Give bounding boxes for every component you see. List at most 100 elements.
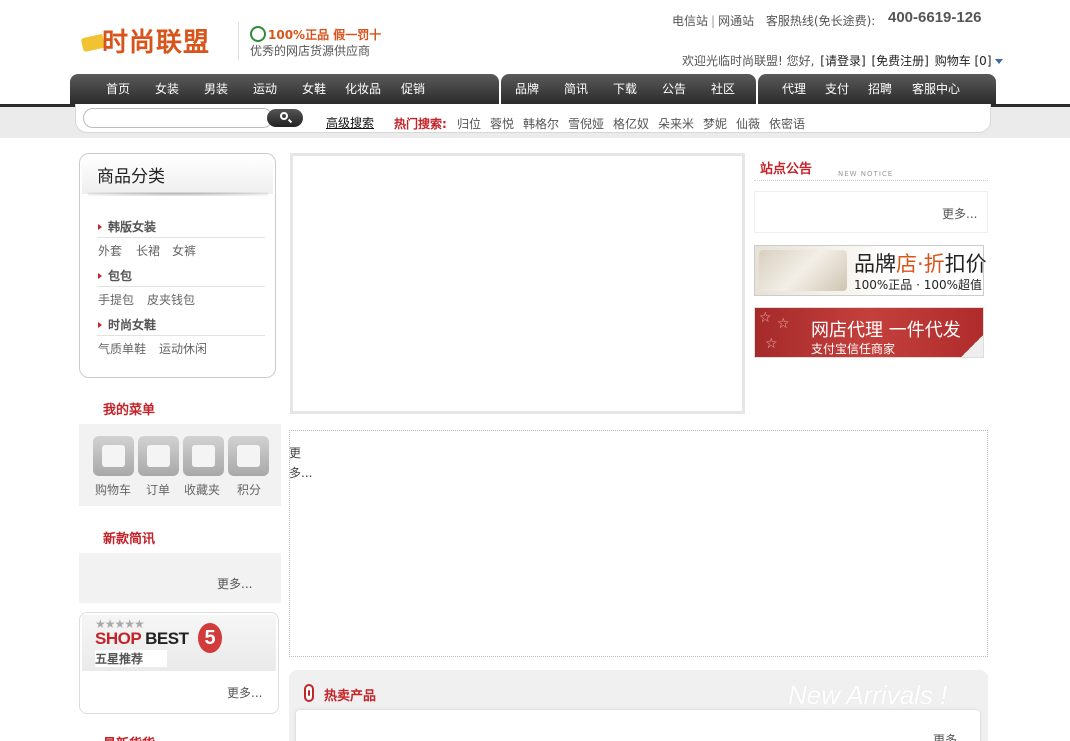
menu-label-orders[interactable]: 订单 <box>146 481 170 498</box>
category-item[interactable]: 气质单鞋 <box>98 340 146 357</box>
category-title: 商品分类 <box>97 167 165 187</box>
main-banner[interactable] <box>290 153 745 414</box>
notice-more-link[interactable]: 更多... <box>942 205 977 222</box>
nav-brand[interactable]: 品牌 <box>515 80 539 97</box>
site-logo[interactable]: 时尚联盟 <box>80 22 242 62</box>
star-icon: ☆ <box>759 310 772 326</box>
best-five-badge: 5 <box>198 623 222 653</box>
category-group[interactable]: 包包 <box>98 267 132 284</box>
handbag-image <box>759 250 847 291</box>
category-group[interactable]: 时尚女鞋 <box>98 316 156 333</box>
hot-products-title: 热卖产品 <box>324 689 377 704</box>
ad1-headline: 品牌店·折扣价 <box>854 252 987 276</box>
brand-discount-ad[interactable]: 品牌店·折扣价 100%正品 · 100%超值 <box>754 245 987 296</box>
database-icon[interactable] <box>93 436 134 476</box>
nav-jobs[interactable]: 招聘 <box>868 80 892 97</box>
category-item[interactable]: 长裙 <box>136 242 160 259</box>
slogan-main: 100%正品 假一罚十 <box>250 25 381 44</box>
page-curl-icon <box>961 335 983 357</box>
category-item[interactable]: 女裤 <box>172 242 196 259</box>
hot-search-word[interactable]: 仙薇 <box>736 115 760 132</box>
nav-promotion[interactable]: 促销 <box>401 80 425 97</box>
welcome-bar: 欢迎光临时尚联盟! 您好, [请登录] [免费注册] 购物车 [0] <box>682 52 1003 69</box>
category-item[interactable]: 皮夹钱包 <box>147 291 195 308</box>
chevron-down-icon[interactable] <box>994 59 1003 64</box>
nav-payment[interactable]: 支付 <box>825 80 849 97</box>
notice-subtitle: NEW NOTICE <box>838 170 894 178</box>
star-icon: ☆ <box>777 316 790 332</box>
nav-agent[interactable]: 代理 <box>782 80 806 97</box>
login-link[interactable]: [请登录] <box>820 54 865 68</box>
hot-search-label: 热门搜索: <box>394 117 447 131</box>
pill-icon <box>304 684 314 702</box>
search-icon <box>280 112 288 120</box>
next-section-title: 最新货货 <box>103 733 155 741</box>
logo-text: 时尚联盟 <box>102 28 211 58</box>
agent-dropship-ad[interactable]: ☆ ☆ ☆ 网店代理 一件代发 支付宝信任商家 <box>754 307 984 358</box>
content-panel <box>289 430 988 657</box>
advanced-search-link[interactable]: 高级搜索 <box>326 114 374 131</box>
book-icon[interactable] <box>183 436 224 476</box>
nav-men[interactable]: 男装 <box>204 80 228 97</box>
hot-products-list <box>296 710 980 741</box>
ad1-subline: 100%正品 · 100%超值 <box>854 278 983 292</box>
main-nav-service: 代理 支付 招聘 客服中心 <box>758 74 996 104</box>
menu-label-cart[interactable]: 购物车 <box>95 481 131 498</box>
main-nav-secondary: 品牌 简讯 下载 公告 社区 <box>501 74 756 104</box>
category-group[interactable]: 韩版女装 <box>98 218 156 235</box>
hot-search-word[interactable]: 韩格尔 <box>523 115 559 132</box>
divider <box>97 237 265 238</box>
nav-sports[interactable]: 运动 <box>253 80 277 97</box>
telecom-link[interactable]: 电信站 <box>672 14 708 28</box>
logo-divider <box>238 22 239 60</box>
nav-home[interactable]: 首页 <box>106 80 130 97</box>
category-item[interactable]: 运动休闲 <box>159 340 207 357</box>
nav-download[interactable]: 下载 <box>613 80 637 97</box>
hot-search-word[interactable]: 梦妮 <box>703 115 727 132</box>
register-link[interactable]: [免费注册] <box>871 54 928 68</box>
category-header-shadow <box>88 192 268 196</box>
hot-search-word[interactable]: 朵来米 <box>658 115 694 132</box>
hot-search-word[interactable]: 蓉悦 <box>490 115 514 132</box>
menu-label-points[interactable]: 积分 <box>237 481 261 498</box>
hot-search-word[interactable]: 格亿奴 <box>613 115 649 132</box>
checkmark-icon <box>250 25 266 42</box>
news-title: 新款简讯 <box>103 532 156 547</box>
divider <box>97 335 265 336</box>
divider <box>754 180 988 181</box>
hot-search-word[interactable]: 雪倪娅 <box>568 115 604 132</box>
search-button[interactable] <box>267 109 303 127</box>
nav-notice[interactable]: 公告 <box>662 80 686 97</box>
best-more-link[interactable]: 更多... <box>227 684 262 701</box>
ad2-subline: 支付宝信任商家 <box>811 342 896 356</box>
hot-search-word[interactable]: 归位 <box>457 115 481 132</box>
new-arrivals-watermark: New Arrivals ! <box>788 680 948 710</box>
nav-women[interactable]: 女装 <box>155 80 179 97</box>
netcom-link[interactable]: 网通站 <box>718 14 754 28</box>
nav-community[interactable]: 社区 <box>711 80 735 97</box>
printer-icon[interactable] <box>138 436 179 476</box>
nav-cosmetics[interactable]: 化妆品 <box>345 80 381 97</box>
nav-service-center[interactable]: 客服中心 <box>912 80 960 97</box>
main-nav-primary: 首页 女装 男装 运动 女鞋 化妆品 促销 <box>70 74 499 104</box>
top-links: 电信站 | 网通站 客服热线(免长途费): <box>672 14 876 28</box>
slogan-sub: 优秀的网店货源供应商 <box>250 44 371 58</box>
star-icon: ☆ <box>765 336 778 352</box>
nav-news[interactable]: 简讯 <box>564 80 588 97</box>
hotline-number: 400-6619-126 <box>888 9 982 26</box>
category-item[interactable]: 手提包 <box>98 291 134 308</box>
menu-label-favorites[interactable]: 收藏夹 <box>184 481 220 498</box>
search-input[interactable] <box>83 108 273 128</box>
cart-link[interactable]: 购物车 [0] <box>935 54 992 68</box>
divider <box>97 286 265 287</box>
hot-search-word[interactable]: 依密语 <box>769 115 805 132</box>
picture-icon[interactable] <box>228 436 269 476</box>
news-more-link[interactable]: 更多... <box>217 575 252 592</box>
best-subtitle: 五星推荐 <box>95 650 168 667</box>
my-menu-title: 我的菜单 <box>103 403 156 418</box>
nav-shoes[interactable]: 女鞋 <box>302 80 326 97</box>
notice-title: 站点公告 <box>760 162 813 177</box>
category-item[interactable]: 外套 <box>98 242 122 259</box>
content-more-link[interactable]: 更多... <box>289 443 312 483</box>
hot-more-link[interactable]: 更多 <box>933 731 957 741</box>
